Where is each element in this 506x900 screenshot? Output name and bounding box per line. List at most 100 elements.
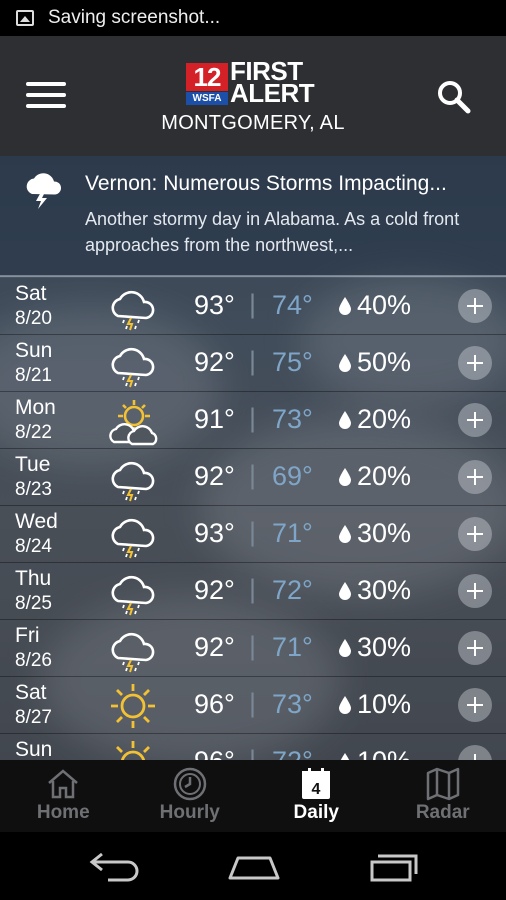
home-icon (48, 769, 78, 799)
precip-chance: 10% (357, 689, 412, 719)
first-alert-logo: 12 WSFA FIRST ALERT (186, 58, 326, 109)
temp-separator: | (249, 574, 257, 604)
expand-day-button[interactable] (458, 460, 492, 494)
low-temp: 69° (272, 461, 313, 491)
partly-cloudy-icon (109, 400, 158, 446)
tab-daily-label: Daily (293, 802, 339, 823)
divider (0, 275, 506, 277)
high-temp: 92° (194, 461, 235, 491)
expand-day-button[interactable] (458, 346, 492, 380)
forecast-date: 8/25 (15, 593, 52, 614)
expand-day-button[interactable] (458, 745, 492, 760)
tab-home-label: Home (36, 802, 90, 823)
forecast-list: Sat 8/20 93° | 74° 40% Sun 8/21 92° | 75° 50% Mon 8/2… (0, 278, 506, 760)
forecast-row[interactable]: Thu 8/25 92° | 72° 30% (0, 563, 506, 620)
forecast-row[interactable]: Sun8/2896°|72°10% (0, 734, 506, 760)
forecast-date: 8/22 (15, 422, 52, 443)
search-icon (438, 81, 471, 114)
tab-hourly[interactable]: Hourly (127, 760, 254, 832)
high-temp: 93° (194, 290, 235, 320)
raindrop-icon (339, 582, 351, 600)
forecast-day: Wed (15, 510, 58, 533)
hamburger-icon (26, 82, 66, 86)
clock-icon (173, 767, 206, 801)
app-header: 12 WSFA FIRST ALERT MONTGOMERY, AL (0, 36, 506, 156)
forecast-row[interactable]: Sat 8/27 96° | 73° 10% (0, 677, 506, 734)
tab-home[interactable]: Home (0, 760, 127, 832)
sunny-icon (111, 684, 155, 728)
raindrop-icon (339, 525, 351, 543)
tab-radar[interactable]: Radar (380, 760, 506, 832)
precip-chance: 30% (357, 575, 412, 605)
tab-daily[interactable]: 4 Daily (253, 760, 380, 832)
low-temp: 71° (272, 518, 313, 548)
forecast-row[interactable]: Sun 8/21 92° | 75° 50% (0, 335, 506, 392)
daily-forecast-view: Vernon: Numerous Storms Impacting... Ano… (0, 156, 506, 760)
expand-day-button[interactable] (458, 574, 492, 608)
forecast-date: 8/24 (15, 536, 52, 557)
status-bar: Saving screenshot... (0, 0, 506, 36)
logo-number: 12 (186, 63, 228, 91)
thunderstorm-icon (111, 347, 155, 388)
home-nav-button[interactable] (224, 848, 284, 884)
temp-separator: | (249, 688, 257, 718)
forecast-day: Sun (15, 339, 53, 362)
forecast-row[interactable]: Sat 8/20 93° | 74° 40% (0, 278, 506, 335)
expand-day-button[interactable] (458, 688, 492, 722)
sunny-icon (116, 741, 150, 760)
status-text: Saving screenshot... (48, 7, 221, 28)
raindrop-icon (340, 753, 350, 760)
tab-hourly-label: Hourly (159, 802, 220, 823)
precip-chance: 20% (357, 404, 412, 434)
low-temp: 75° (272, 347, 313, 377)
forecast-row[interactable]: Wed 8/24 93° | 71° 30% (0, 506, 506, 563)
thunderstorm-alert-icon (26, 173, 62, 209)
temp-separator: | (249, 460, 257, 490)
forecast-row[interactable]: Tue 8/23 92° | 69° 20% (0, 449, 506, 506)
temp-separator: | (249, 403, 257, 433)
raindrop-icon (339, 468, 351, 486)
high-temp: 92° (194, 632, 235, 662)
thunderstorm-icon (111, 290, 155, 331)
expand-day-button[interactable] (458, 289, 492, 323)
recents-button[interactable] (364, 848, 424, 884)
low-temp: 72° (272, 575, 313, 605)
temp-separator: | (249, 289, 257, 319)
forecast-row[interactable]: Mon 8/22 91° | 73° 20% (0, 392, 506, 449)
back-icon (89, 852, 139, 882)
high-temp: 92° (194, 347, 235, 377)
back-button[interactable] (84, 848, 144, 884)
forecast-row[interactable]: Fri 8/26 92° | 71° 30% (0, 620, 506, 677)
system-navigation-bar (0, 832, 506, 900)
expand-day-button[interactable] (458, 403, 492, 437)
alert-body: Another stormy day in Alabama. As a cold… (85, 209, 460, 255)
logo-line-alert: ALERT (230, 78, 315, 108)
low-temp: 72° (272, 746, 313, 760)
recents-icon (370, 854, 418, 882)
search-button[interactable] (434, 78, 474, 118)
forecast-day: Mon (15, 396, 56, 419)
alert-title: Vernon: Numerous Storms Impacting... (85, 172, 447, 195)
raindrop-icon (339, 297, 351, 315)
raindrop-icon (339, 639, 351, 657)
raindrop-icon (339, 411, 351, 429)
precip-chance: 30% (357, 632, 412, 662)
expand-day-button[interactable] (458, 517, 492, 551)
high-temp: 96° (194, 746, 235, 760)
temp-separator: | (249, 745, 257, 760)
location-label: MONTGOMERY, AL (161, 112, 345, 134)
home-nav-icon (228, 856, 280, 880)
forecast-day: Sat (15, 282, 47, 305)
menu-button[interactable] (26, 82, 66, 112)
precip-chance: 40% (357, 290, 412, 320)
logo-station: WSFA (186, 92, 228, 105)
temp-separator: | (249, 517, 257, 547)
logo-badge: 12 WSFA (186, 63, 228, 105)
precip-chance: 30% (357, 518, 412, 548)
low-temp: 73° (272, 689, 313, 719)
forecast-date: 8/20 (15, 308, 52, 329)
weather-alert-card[interactable]: Vernon: Numerous Storms Impacting... Ano… (0, 156, 506, 277)
forecast-date: 8/23 (15, 479, 52, 500)
forecast-day: Tue (15, 453, 51, 476)
expand-day-button[interactable] (458, 631, 492, 665)
